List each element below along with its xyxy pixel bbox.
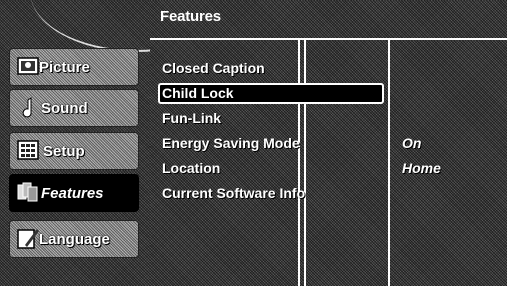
language-icon <box>17 229 39 249</box>
option-fun-link[interactable]: Fun-Link <box>162 110 221 126</box>
sidebar-item-label: Sound <box>41 100 88 117</box>
sound-icon <box>22 97 32 118</box>
option-closed-caption[interactable]: Closed Caption <box>162 60 265 76</box>
sidebar-item-language[interactable]: Language <box>9 220 139 258</box>
sidebar-item-picture[interactable]: Picture <box>9 48 139 86</box>
sidebar: Picture Sound Setup Features Language <box>0 0 242 286</box>
picture-icon <box>17 57 39 75</box>
features-panel: Closed Caption Child Lock Fun-Link Energ… <box>150 38 507 286</box>
option-current-software-info[interactable]: Current Software Info <box>162 185 305 201</box>
option-value-location: Home <box>402 160 441 176</box>
sidebar-item-sound[interactable]: Sound <box>9 89 139 127</box>
option-location[interactable]: Location <box>162 160 220 176</box>
option-energy-saving-mode[interactable]: Energy Saving Mode <box>162 135 300 151</box>
divider <box>298 40 300 286</box>
header-bar: Features <box>150 0 507 38</box>
divider <box>304 40 306 286</box>
option-value-energy-saving-mode: On <box>402 135 422 151</box>
option-child-lock[interactable]: Child Lock <box>162 85 234 101</box>
setup-icon <box>17 140 39 160</box>
sidebar-item-label: Features <box>41 185 104 202</box>
sidebar-item-features[interactable]: Features <box>9 174 139 212</box>
sidebar-item-label: Language <box>39 231 110 248</box>
sidebar-item-label: Picture <box>39 59 90 76</box>
sidebar-item-label: Setup <box>43 143 85 160</box>
page-title: Features <box>160 8 221 25</box>
divider <box>388 40 390 286</box>
features-icon <box>17 182 38 202</box>
sidebar-item-setup[interactable]: Setup <box>9 132 139 170</box>
